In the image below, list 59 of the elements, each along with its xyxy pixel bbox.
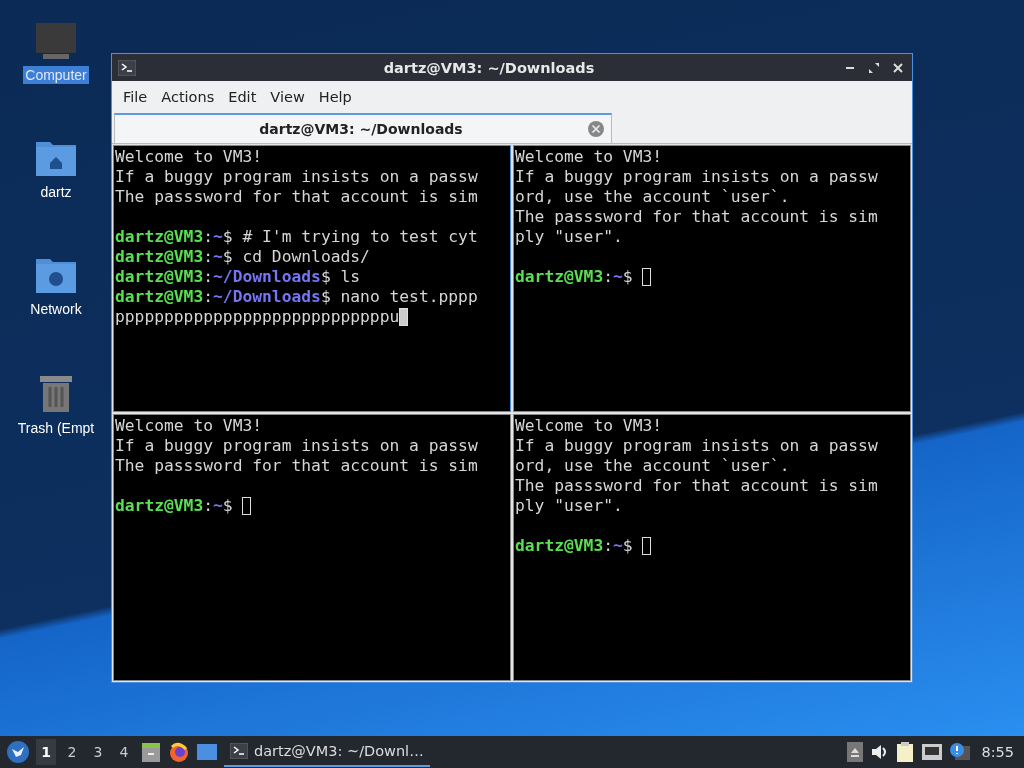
taskbar-window-button[interactable]: dartz@VM3: ~/Downl… (224, 737, 430, 767)
window-title: dartz@VM3: ~/Downloads (382, 59, 596, 76)
terminal-icon (230, 743, 248, 759)
menu-item[interactable]: Actions (154, 85, 222, 109)
terminal-line: dartz@VM3:~$ (515, 267, 634, 287)
terminal-line: The passsword for that account is sim (515, 476, 878, 496)
terminal-line: The passsword for that account is sim (115, 187, 478, 207)
eject-icon[interactable] (847, 742, 864, 762)
terminal-icon (118, 59, 136, 76)
workspace-button[interactable]: 4 (114, 739, 134, 765)
terminal-line: The passsword for that account is sim (515, 207, 878, 227)
terminal-line: ord, use the account `user`. (515, 187, 790, 207)
terminal-line: dartz@VM3:~/Downloads$ ls (115, 267, 361, 287)
terminal-line: If a buggy program insists on a passw (515, 167, 878, 187)
notification-icon[interactable] (949, 742, 972, 762)
terminal-line: dartz@VM3:~/Downloads$ nano test.pppp (115, 287, 478, 307)
terminal-line: The passsword for that account is sim (115, 456, 478, 476)
clipboard-icon[interactable] (895, 741, 916, 763)
terminal-line: If a buggy program insists on a passw (115, 167, 478, 187)
desktop-icon-label[interactable]: dartz (38, 183, 74, 201)
terminal-line: Welcome to VM3! (115, 416, 263, 436)
terminal-pane[interactable]: Welcome to VM3! If a buggy program insists on a passw ord, use the account `user`. The passsword for that account is sim ply "user". dartz@VM3:~$ (513, 145, 911, 412)
terminal-pane[interactable] (113, 145, 511, 412)
desktop-icon-label[interactable]: Trash (Empt (15, 419, 97, 437)
workspace-button[interactable]: 2 (62, 739, 82, 765)
terminal-tab[interactable]: dartz@VM3: ~/Downloads (114, 113, 612, 143)
desktop-icon-label[interactable]: Network (28, 300, 84, 318)
show-desktop-icon[interactable] (196, 742, 218, 762)
terminal-line: ord, use the account `user`. (515, 456, 790, 476)
menu-item[interactable]: File (116, 85, 155, 109)
terminal-line: dartz@VM3:~$ (515, 536, 634, 556)
terminal-line: dartz@VM3:~$ cd Downloads/ (115, 247, 370, 267)
monitor-icon (35, 22, 77, 60)
file-cabinet-icon[interactable] (140, 741, 162, 763)
menu-item[interactable]: View (263, 85, 312, 109)
menu-item[interactable]: Edit (221, 85, 264, 109)
terminal-line: Welcome to VM3! (115, 147, 263, 167)
terminal-line: Welcome to VM3! (515, 147, 663, 167)
network-folder-icon (35, 256, 77, 294)
network-icon[interactable] (921, 742, 944, 762)
terminal-line: If a buggy program insists on a passw (115, 436, 478, 456)
terminal-line: Welcome to VM3! (515, 416, 663, 436)
trash-icon (38, 373, 74, 413)
home-folder-icon (35, 139, 77, 177)
terminal-line: ply "user". (515, 496, 623, 516)
clock: 8:55 (980, 744, 1015, 760)
workspace-button[interactable]: 3 (88, 739, 108, 765)
menu-item[interactable]: Help (311, 85, 359, 109)
terminal-line: ppppppppppppppppppppppppppppu (115, 307, 400, 327)
start-menu-icon[interactable] (6, 740, 30, 764)
terminal-pane[interactable]: Welcome to VM3! If a buggy program insists on a passw ord, use the account `user`. The passsword for that account is sim ply "user". dartz@VM3:~$ (513, 414, 911, 681)
terminal-line: ply "user". (515, 227, 623, 247)
terminal-line: dartz@VM3:~$ # I'm trying to test cyt (115, 227, 478, 247)
workspace-button[interactable]: 1 (36, 739, 56, 765)
terminal-line: dartz@VM3:~$ (115, 496, 234, 516)
close-tab-icon[interactable] (587, 120, 605, 138)
browser-icon[interactable] (168, 741, 190, 763)
terminal-pane[interactable]: Welcome to VM3! If a buggy program insists on a passw The passsword for that account is sim dartz@VM3:~$ (113, 414, 511, 681)
terminal-line: If a buggy program insists on a passw (515, 436, 878, 456)
